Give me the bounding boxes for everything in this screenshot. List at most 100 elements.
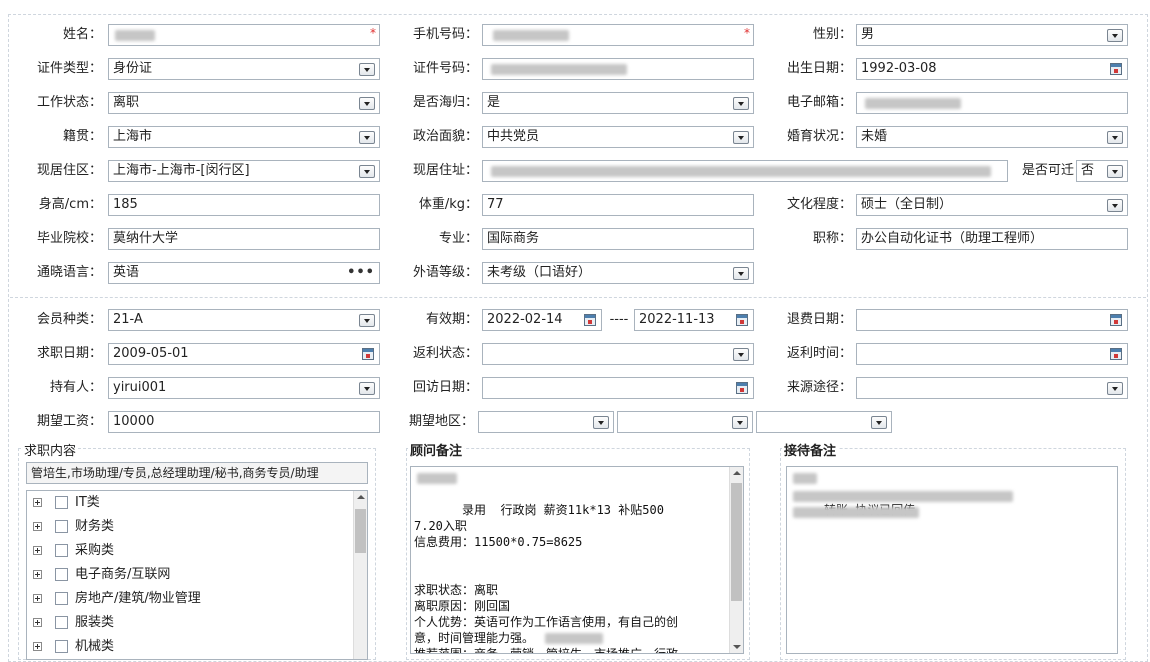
category-checkbox[interactable]	[55, 520, 68, 533]
holder-select[interactable]: yirui001	[108, 377, 380, 399]
category-checkbox[interactable]	[55, 568, 68, 581]
category-checkbox[interactable]	[55, 496, 68, 509]
refund-date-field[interactable]	[856, 309, 1128, 331]
chevron-down-icon[interactable]	[1107, 382, 1123, 395]
valid-from-field[interactable]: 2022-02-14	[482, 309, 602, 331]
chevron-down-icon[interactable]	[1107, 131, 1123, 144]
lang-field[interactable]: 英语 •••	[108, 262, 380, 284]
advisor-textarea[interactable]: 录用 行政岗 薪资11k*13 补贴500 7.20入职 信息费用：11500*0.…	[410, 466, 744, 654]
chevron-down-icon[interactable]	[359, 382, 375, 395]
rebate-state-select[interactable]	[482, 343, 754, 365]
title-field[interactable]: 办公自动化证书（助理工程师）	[856, 228, 1128, 250]
scroll-down-icon[interactable]	[733, 645, 741, 649]
height-field[interactable]: 185	[108, 194, 380, 216]
returnee-label: 是否海归：	[412, 95, 478, 110]
reception-redacted-2	[793, 491, 1013, 502]
calendar-icon[interactable]	[736, 314, 748, 326]
calendar-icon[interactable]	[362, 348, 374, 360]
edu-select[interactable]: 硕士（全日制）	[856, 194, 1128, 216]
category-checkbox[interactable]	[55, 616, 68, 629]
expand-icon[interactable]	[33, 570, 42, 579]
category-checkbox[interactable]	[55, 544, 68, 557]
more-icon[interactable]: •••	[347, 263, 375, 283]
major-value: 国际商务	[487, 231, 540, 246]
political-select[interactable]: 中共党员	[482, 126, 754, 148]
calendar-icon[interactable]	[736, 382, 748, 394]
chevron-down-icon[interactable]	[359, 314, 375, 327]
chevron-down-icon[interactable]	[1107, 165, 1123, 178]
chevron-down-icon[interactable]	[733, 348, 749, 361]
chevron-down-icon[interactable]	[359, 97, 375, 110]
expand-icon[interactable]	[33, 546, 42, 555]
major-label: 专业：	[438, 231, 478, 246]
salary-field[interactable]: 10000	[108, 411, 380, 433]
chevron-down-icon[interactable]	[733, 97, 749, 110]
category-tree[interactable]: IT类 财务类 采购类 电子商务/互联网 房地产/建筑/物业管理 服装类 机械类	[26, 490, 368, 660]
region-select-1[interactable]	[478, 411, 614, 433]
phone-field[interactable]: *	[482, 24, 754, 46]
chevron-down-icon[interactable]	[1107, 29, 1123, 42]
category-label: 机械类	[75, 639, 115, 654]
idtype-value: 身份证	[113, 61, 153, 76]
idtype-select[interactable]: 身份证	[108, 58, 380, 80]
rebate-time-field[interactable]	[856, 343, 1128, 365]
advisor-scrollbar[interactable]	[729, 467, 743, 653]
name-field[interactable]: *	[108, 24, 380, 46]
scroll-up-icon[interactable]	[733, 471, 741, 475]
level-select[interactable]: 未考级（口语好）	[482, 262, 754, 284]
address-field[interactable]	[482, 160, 1008, 182]
tree-scrollbar[interactable]	[353, 491, 367, 659]
visit-date-field[interactable]	[482, 377, 754, 399]
category-checkbox[interactable]	[55, 592, 68, 605]
region-select-2[interactable]	[617, 411, 753, 433]
political-value: 中共党员	[487, 129, 540, 144]
calendar-icon[interactable]	[1110, 63, 1122, 75]
birth-date-field[interactable]: 1992-03-08	[856, 58, 1128, 80]
major-field[interactable]: 国际商务	[482, 228, 754, 250]
expand-icon[interactable]	[33, 642, 42, 651]
advisor-line	[414, 566, 724, 582]
category-checkbox[interactable]	[55, 640, 68, 653]
area-label: 现居住区：	[36, 163, 102, 178]
email-field[interactable]	[856, 92, 1128, 114]
rebate-time-label: 返利时间：	[786, 346, 852, 361]
gender-select[interactable]: 男	[856, 24, 1128, 46]
reception-textarea[interactable]: 转账 协议已回传	[786, 466, 1118, 654]
returnee-select[interactable]: 是	[482, 92, 754, 114]
expand-icon[interactable]	[33, 522, 42, 531]
chevron-down-icon[interactable]	[359, 165, 375, 178]
chevron-down-icon[interactable]	[732, 416, 748, 429]
source-select[interactable]	[856, 377, 1128, 399]
calendar-icon[interactable]	[584, 314, 596, 326]
chevron-down-icon[interactable]	[359, 63, 375, 76]
expand-icon[interactable]	[33, 618, 42, 627]
job-date-field[interactable]: 2009-05-01	[108, 343, 380, 365]
advisor-line: 信息费用：11500*0.75=8625	[414, 535, 583, 549]
calendar-icon[interactable]	[1110, 314, 1122, 326]
chevron-down-icon[interactable]	[593, 416, 609, 429]
chevron-down-icon[interactable]	[871, 416, 887, 429]
category-label: 财务类	[75, 519, 115, 534]
member-type-select[interactable]: 21-A	[108, 309, 380, 331]
weight-field[interactable]: 77	[482, 194, 754, 216]
idno-field[interactable]	[482, 58, 754, 80]
relocate-select[interactable]: 否	[1076, 160, 1128, 182]
region-select-3[interactable]	[756, 411, 892, 433]
scroll-thumb[interactable]	[355, 509, 366, 553]
native-select[interactable]: 上海市	[108, 126, 380, 148]
chevron-down-icon[interactable]	[359, 131, 375, 144]
work-select[interactable]: 离职	[108, 92, 380, 114]
calendar-icon[interactable]	[1110, 348, 1122, 360]
school-field[interactable]: 莫纳什大学	[108, 228, 380, 250]
area-select[interactable]: 上海市-上海市-[闵行区]	[108, 160, 380, 182]
valid-to-field[interactable]: 2022-11-13	[634, 309, 754, 331]
scroll-thumb[interactable]	[731, 483, 742, 601]
chevron-down-icon[interactable]	[733, 131, 749, 144]
job-summary-field[interactable]: 管培生,市场助理/专员,总经理助理/秘书,商务专员/助理	[26, 462, 368, 484]
chevron-down-icon[interactable]	[733, 267, 749, 280]
expand-icon[interactable]	[33, 594, 42, 603]
scroll-up-icon[interactable]	[357, 495, 365, 499]
expand-icon[interactable]	[33, 498, 42, 507]
chevron-down-icon[interactable]	[1107, 199, 1123, 212]
marital-select[interactable]: 未婚	[856, 126, 1128, 148]
